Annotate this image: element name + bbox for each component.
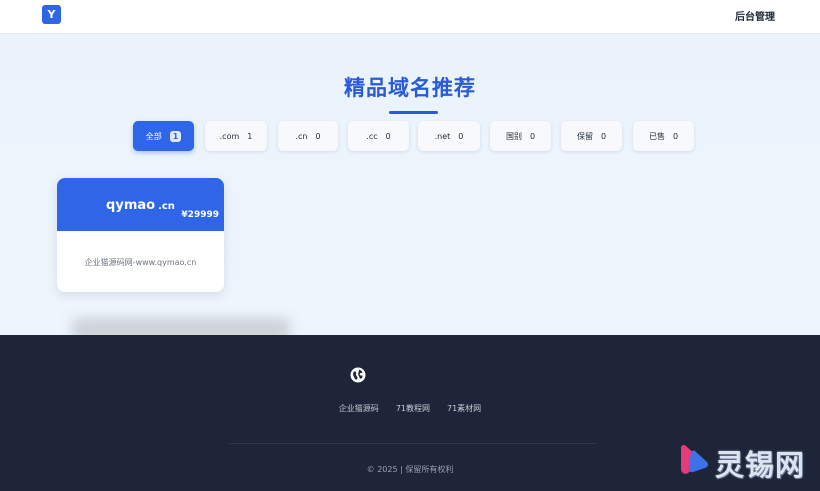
- filter-tab-cn[interactable]: .cn 0: [278, 121, 338, 151]
- filter-tab-label: .cc: [366, 131, 378, 141]
- filter-tab-count: 0: [672, 131, 679, 141]
- filter-tab-label: .net: [434, 131, 451, 141]
- filter-tab-all[interactable]: 全部 1: [133, 121, 194, 151]
- title-underline: [389, 111, 438, 114]
- domain-tld: .cn: [158, 201, 175, 212]
- domain-description: 企业猫源码网-www.qymao.cn: [84, 258, 197, 267]
- filter-tab-count: 0: [529, 131, 536, 141]
- filter-tab-label: 全部: [145, 131, 162, 141]
- top-navbar: Y 后台管理: [0, 0, 820, 34]
- filter-tab-label: .com: [219, 131, 240, 141]
- site-logo[interactable]: Y: [42, 5, 61, 24]
- footer-link-71sucai[interactable]: 71素材网: [447, 403, 481, 414]
- filter-tab-count: 1: [247, 131, 253, 141]
- filter-tab-label: 国别: [505, 131, 522, 141]
- domain-card-header: qymao .cn ¥29999: [57, 178, 224, 231]
- domain-card[interactable]: qymao .cn ¥29999 企业猫源码网-www.qymao.cn: [57, 178, 224, 292]
- filter-tabs: 全部 1 .com 1 .cn 0 .cc 0 .net 0 国别 0 保留 0…: [0, 121, 820, 151]
- filter-tab-count: 0: [385, 131, 391, 141]
- globe-icon: [350, 367, 366, 383]
- admin-link[interactable]: 后台管理: [735, 8, 775, 23]
- filter-tab-com[interactable]: .com 1: [205, 121, 267, 151]
- filter-tab-cc[interactable]: .cc 0: [348, 121, 409, 151]
- footer-links: 企业猫源码 71教程网 71素材网: [0, 403, 820, 414]
- filter-tab-sold[interactable]: 已售 0: [633, 121, 694, 151]
- page-title: 精品域名推荐: [344, 76, 476, 100]
- watermark: 灵锡网: [677, 441, 817, 482]
- filter-tab-label: .cn: [295, 131, 308, 141]
- footer-link-71jiaocheng[interactable]: 71教程网: [396, 403, 430, 414]
- domain-label: qymao: [106, 198, 156, 213]
- filter-tab-net[interactable]: .net 0: [418, 121, 480, 151]
- filter-tab-count: 1: [169, 130, 182, 142]
- domain-price: ¥29999: [181, 210, 219, 220]
- filter-tab-count: 0: [600, 131, 607, 141]
- filter-tab-reserved[interactable]: 保留 0: [561, 121, 622, 151]
- footer-divider: [229, 443, 596, 444]
- footer-link-qymao[interactable]: 企业猫源码: [339, 403, 379, 414]
- filter-tab-label: 保留: [576, 131, 593, 141]
- filter-tab-country[interactable]: 国别 0: [490, 121, 551, 151]
- watermark-logo-icon: [681, 444, 709, 474]
- filter-tab-label: 已售: [648, 131, 665, 141]
- filter-tab-count: 0: [458, 131, 464, 141]
- filter-tab-count: 0: [315, 131, 321, 141]
- watermark-text: 灵锡网: [715, 448, 806, 482]
